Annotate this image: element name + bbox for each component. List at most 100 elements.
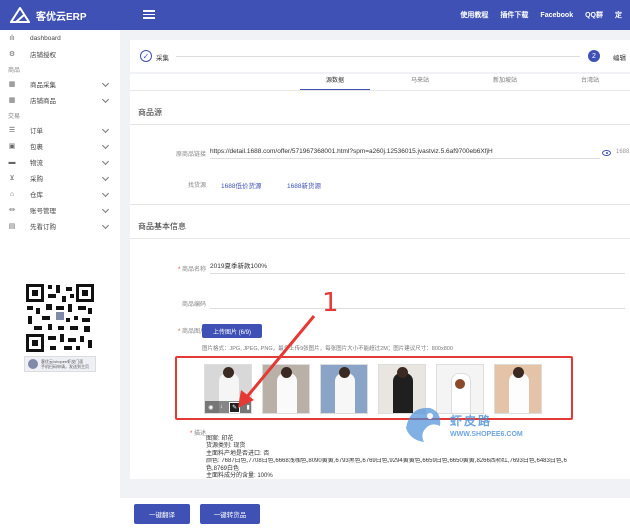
calendar-icon: ▤ bbox=[8, 223, 16, 230]
tab-singapore[interactable]: 新加坡站 bbox=[470, 74, 540, 90]
brand-logo-icon bbox=[10, 7, 30, 23]
chevron-down-icon bbox=[101, 157, 110, 166]
find-source-low-price-link[interactable]: 1688低价货源 bbox=[221, 180, 261, 190]
sidebar-section-goods: 商品 bbox=[8, 67, 21, 74]
watermark-text: 虾皮路 bbox=[450, 414, 493, 428]
sidebar-item-orders[interactable]: ☰ 订单 bbox=[0, 122, 120, 138]
product-image-label: * 商品图片 bbox=[177, 329, 206, 335]
tab-malaysia[interactable]: 马来站 bbox=[385, 74, 455, 90]
chevron-down-icon bbox=[101, 221, 110, 230]
step-edit-number: 2 bbox=[588, 50, 600, 62]
grid-icon: ▦ bbox=[8, 81, 16, 88]
brand[interactable]: 客优云ERP bbox=[0, 0, 120, 30]
sidebar-item-label: 物流 bbox=[30, 160, 43, 167]
sidebar: ılı dashboard ⚙ 店铺授权 商品 ▦ 商品采集 ▦ 店铺商品 交易… bbox=[0, 30, 120, 532]
tab-taiwan[interactable]: 台湾站 bbox=[555, 74, 625, 90]
sidebar-section-trade: 交易 bbox=[8, 113, 21, 120]
chevron-down-icon bbox=[101, 189, 110, 198]
warehouse-icon: ⌂ bbox=[9, 190, 15, 198]
top-bar: 客优云ERP 使用教程 插件下载 Facebook QQ群 定 bbox=[0, 0, 630, 30]
sidebar-item-goods-collect[interactable]: ▦ 商品采集 bbox=[0, 76, 120, 92]
translate-button[interactable]: 一键翻译 bbox=[134, 504, 190, 524]
section-title-source: 商品源 bbox=[138, 108, 162, 117]
bank-icon: ⏛ bbox=[8, 207, 16, 214]
sidebar-item-label: 店铺授权 bbox=[30, 52, 56, 59]
annotation-number: 1 bbox=[322, 288, 339, 318]
sidebar-item-label: 订单 bbox=[30, 128, 43, 135]
watermark-logo bbox=[406, 407, 441, 442]
chevron-down-icon bbox=[101, 79, 110, 88]
box-icon: ▣ bbox=[8, 143, 16, 150]
sidebar-item-accounts[interactable]: ⏛ 账号管理 bbox=[0, 202, 120, 218]
sidebar-item-label: 商品采集 bbox=[30, 82, 56, 89]
source-link-suffix: 1688 bbox=[616, 149, 630, 155]
app-name: 客优云ERP bbox=[36, 11, 87, 23]
image-hint: 图片格式：JPG, JPEG, PNG，最多上传9张图片，每张图片大小不能超过2… bbox=[202, 346, 453, 352]
stepper: ✓ 采集 2 编辑 bbox=[130, 40, 630, 72]
sidebar-item-label: 包裹 bbox=[30, 144, 43, 151]
sidebar-item-packages[interactable]: ▣ 包裹 bbox=[0, 138, 120, 154]
bar-chart-icon: ılı bbox=[9, 34, 15, 42]
tab-source-data[interactable]: 源数据 bbox=[300, 74, 370, 90]
top-links: 使用教程 插件下载 Facebook QQ群 定 bbox=[448, 0, 622, 30]
truck-icon: ▬ bbox=[8, 158, 16, 166]
sidebar-item-shop-goods[interactable]: ▦ 店铺商品 bbox=[0, 92, 120, 108]
check-icon: ✓ bbox=[140, 50, 152, 62]
sidebar-item-label: dashboard bbox=[30, 34, 61, 42]
top-link-tutorial[interactable]: 使用教程 bbox=[460, 10, 488, 20]
chevron-down-icon bbox=[101, 95, 110, 104]
step-collect-label: 采集 bbox=[156, 55, 169, 62]
qr-card-line2: 手机扫码申请，发送到主页 bbox=[41, 364, 89, 369]
product-name-field[interactable]: 2019夏季新款100% bbox=[210, 262, 625, 274]
sidebar-item-label: 账号管理 bbox=[30, 208, 56, 215]
sidebar-item-label: 仓库 bbox=[30, 192, 43, 199]
source-link-field[interactable]: https://detail.1688.com/offer/5719673680… bbox=[210, 147, 600, 159]
grid-icon: ▦ bbox=[8, 97, 16, 104]
divider bbox=[130, 124, 630, 125]
sidebar-item-label: 采购 bbox=[30, 176, 43, 183]
upload-image-button[interactable]: 上传图片 (6/9) bbox=[202, 324, 262, 338]
eye-icon[interactable] bbox=[602, 150, 611, 156]
watermark-url: WWW.SHOPEE6.COM bbox=[450, 431, 523, 438]
product-code-field[interactable] bbox=[210, 297, 625, 309]
sidebar-item-logistics[interactable]: ▬ 物流 bbox=[0, 154, 120, 170]
site-tabs: 源数据 马来站 新加坡站 台湾站 bbox=[300, 74, 630, 90]
product-code-label: 商品编码 bbox=[181, 302, 206, 308]
gear-icon: ⚙ bbox=[8, 51, 16, 58]
menu-toggle-icon[interactable] bbox=[143, 8, 155, 20]
product-name-label: * 商品名称 bbox=[177, 267, 206, 273]
section-title-basic: 商品基本信息 bbox=[138, 222, 186, 231]
chevron-down-icon bbox=[101, 141, 110, 150]
convert-to-goods-button[interactable]: 一键转货品 bbox=[200, 504, 260, 524]
qr-card: 客优云/shopee虾皮门面 手机扫码申请，发送到主页 bbox=[24, 356, 96, 372]
top-link-qq[interactable]: QQ群 bbox=[585, 10, 603, 20]
chevron-down-icon bbox=[101, 125, 110, 134]
step-connector bbox=[176, 56, 580, 57]
avatar bbox=[28, 359, 38, 369]
find-source-new-link[interactable]: 1688新货源 bbox=[287, 180, 321, 190]
qr-code bbox=[24, 282, 96, 354]
top-link-more[interactable]: 定 bbox=[615, 10, 622, 20]
step-edit-label: 编辑 bbox=[613, 55, 626, 62]
sidebar-item-subscription[interactable]: ▤ 先看订购 bbox=[0, 218, 120, 234]
divider bbox=[130, 90, 630, 91]
source-link-label: 原商品链接 bbox=[175, 152, 206, 158]
sidebar-item-dashboard[interactable]: ılı dashboard bbox=[0, 30, 120, 46]
sidebar-item-warehouse[interactable]: ⌂ 仓库 bbox=[0, 186, 120, 202]
sidebar-item-shop-auth[interactable]: ⚙ 店铺授权 bbox=[0, 46, 120, 62]
top-link-plugin[interactable]: 插件下载 bbox=[500, 10, 528, 20]
sidebar-item-purchase[interactable]: ⊻ 采购 bbox=[0, 170, 120, 186]
cart-icon: ⊻ bbox=[9, 175, 15, 182]
top-link-facebook[interactable]: Facebook bbox=[540, 12, 573, 19]
description-label: * 描述 bbox=[189, 431, 206, 437]
sidebar-item-label: 先看订购 bbox=[30, 224, 56, 231]
sidebar-item-label: 店铺商品 bbox=[30, 98, 56, 105]
annotation-highlight-box bbox=[175, 356, 573, 420]
chevron-down-icon bbox=[101, 205, 110, 214]
chevron-down-icon bbox=[101, 173, 110, 182]
divider bbox=[130, 238, 630, 239]
bottom-action-bar: 一键翻译 一键转货品 bbox=[120, 498, 630, 532]
list-icon: ☰ bbox=[8, 127, 16, 134]
find-source-label: 找货源 bbox=[187, 183, 206, 189]
divider bbox=[130, 204, 630, 205]
